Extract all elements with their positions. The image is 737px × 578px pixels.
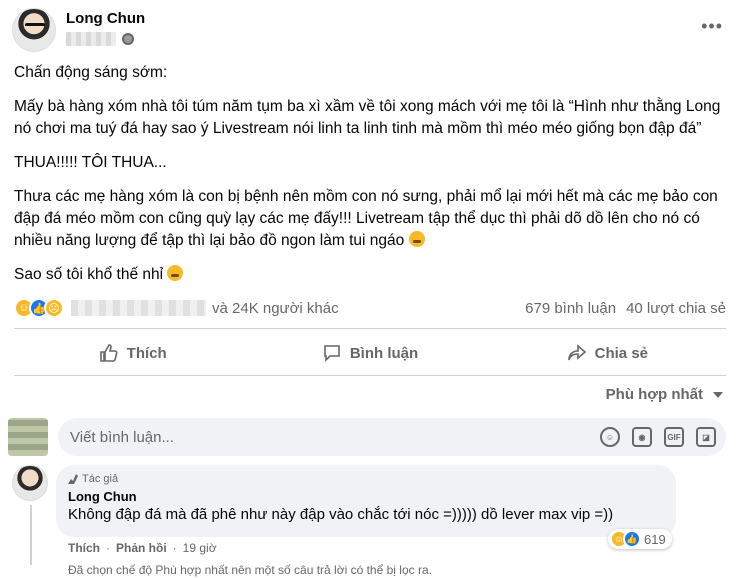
post-paragraph-text: Sao số tôi khổ thế nhỉ <box>14 266 164 283</box>
post-body: Chấn động sáng sớm: Mấy bà hàng xóm nhà … <box>14 62 726 298</box>
commenter-avatar[interactable] <box>12 465 48 501</box>
comment-reactions[interactable]: ☺ 👍 619 <box>608 529 672 549</box>
comments-count[interactable]: 679 bình luận <box>525 300 616 317</box>
post-paragraph: THUA!!!!! TÔI THUA... <box>14 154 167 171</box>
share-arrow-icon <box>567 344 586 361</box>
blurred-names <box>71 300 206 316</box>
reactions-summary: ☺ 👍 ☹ và 24K người khác 679 bình luận 40… <box>14 296 726 320</box>
reactions-others-text[interactable]: và 24K người khác <box>212 300 339 317</box>
shares-count[interactable]: 40 lượt chia sẻ <box>626 300 726 317</box>
comment-composer: Viết bình luận... ☺ ◉ GIF ◪ <box>8 418 726 456</box>
gif-icon[interactable]: GIF <box>664 427 684 447</box>
author-badge-label: Tác giả <box>82 473 119 485</box>
comment-like-button[interactable]: Thích <box>68 541 100 555</box>
commenter-name[interactable]: Long Chun <box>68 489 664 504</box>
post-paragraph: Thưa các mẹ hàng xóm là con bị bệnh nên … <box>14 186 726 252</box>
globe-icon <box>122 33 134 45</box>
filter-notice: Đã chọn chế độ Phù hợp nhất nên một số c… <box>68 563 432 577</box>
separator-dot: · <box>172 541 177 555</box>
post-paragraph: Chấn động sáng sớm: <box>14 64 168 81</box>
sort-label: Phù hợp nhất <box>605 386 703 403</box>
comment-input-placeholder: Viết bình luận... <box>70 428 174 446</box>
thread-line <box>30 505 32 565</box>
like-reaction-icon: 👍 <box>623 530 641 548</box>
post-header: Long Chun ••• <box>12 8 725 58</box>
post-actions: Thích Bình luận Chia sẻ <box>14 333 726 373</box>
viewer-avatar <box>8 418 48 456</box>
share-label: Chia sẻ <box>594 344 648 362</box>
post-meta <box>66 32 134 46</box>
sad-reaction-icon[interactable]: ☹ <box>44 298 64 318</box>
comment-actions: Thích · Phản hồi · 19 giờ <box>68 541 217 555</box>
like-button[interactable]: Thích <box>14 333 251 373</box>
like-label: Thích <box>126 344 167 362</box>
post-paragraph: Mấy bà hàng xóm nhà tôi túm năm tụm ba x… <box>14 98 721 137</box>
divider <box>14 328 726 329</box>
comment-time[interactable]: 19 giờ <box>183 541 217 555</box>
sad-face-emoji-icon <box>408 231 425 247</box>
author-avatar[interactable] <box>12 8 56 52</box>
composer-tools: ☺ ◉ GIF ◪ <box>600 427 716 447</box>
tired-face-emoji-icon <box>167 265 184 281</box>
camera-icon[interactable]: ◉ <box>632 427 652 447</box>
separator-dot: · <box>106 541 110 555</box>
comment-bubble: Tác giả Long Chun Không đập đá mà đã phê… <box>56 465 676 537</box>
comment-bubble-icon <box>324 345 340 362</box>
comment-button[interactable]: Bình luận <box>251 333 488 373</box>
comment-reaction-count: 619 <box>644 531 666 547</box>
divider <box>14 375 726 376</box>
emoji-icon[interactable]: ☺ <box>600 427 620 447</box>
more-options-icon[interactable]: ••• <box>701 16 723 37</box>
post-paragraph: Sao số tôi khổ thế nhỉ <box>14 264 726 286</box>
comment-label: Bình luận <box>349 344 419 362</box>
thumbs-up-icon <box>99 344 118 362</box>
post-paragraph-text: Thưa các mẹ hàng xóm là con bị bệnh nên … <box>14 188 718 249</box>
pen-icon <box>68 474 78 484</box>
comment-reply-button[interactable]: Phản hồi <box>116 541 167 555</box>
author-name[interactable]: Long Chun <box>66 10 145 27</box>
comment-sort-dropdown[interactable]: Phù hợp nhất <box>606 386 723 403</box>
author-badge: Tác giả <box>68 473 664 485</box>
caret-down-icon <box>713 391 723 398</box>
comment-text: Không đập đá mà đã phê như này đập vào c… <box>68 506 614 523</box>
blurred-timestamp <box>66 32 116 46</box>
share-button[interactable]: Chia sẻ <box>489 333 726 373</box>
sticker-icon[interactable]: ◪ <box>696 427 716 447</box>
engagement-counts: 679 bình luận 40 lượt chia sẻ <box>525 300 726 317</box>
